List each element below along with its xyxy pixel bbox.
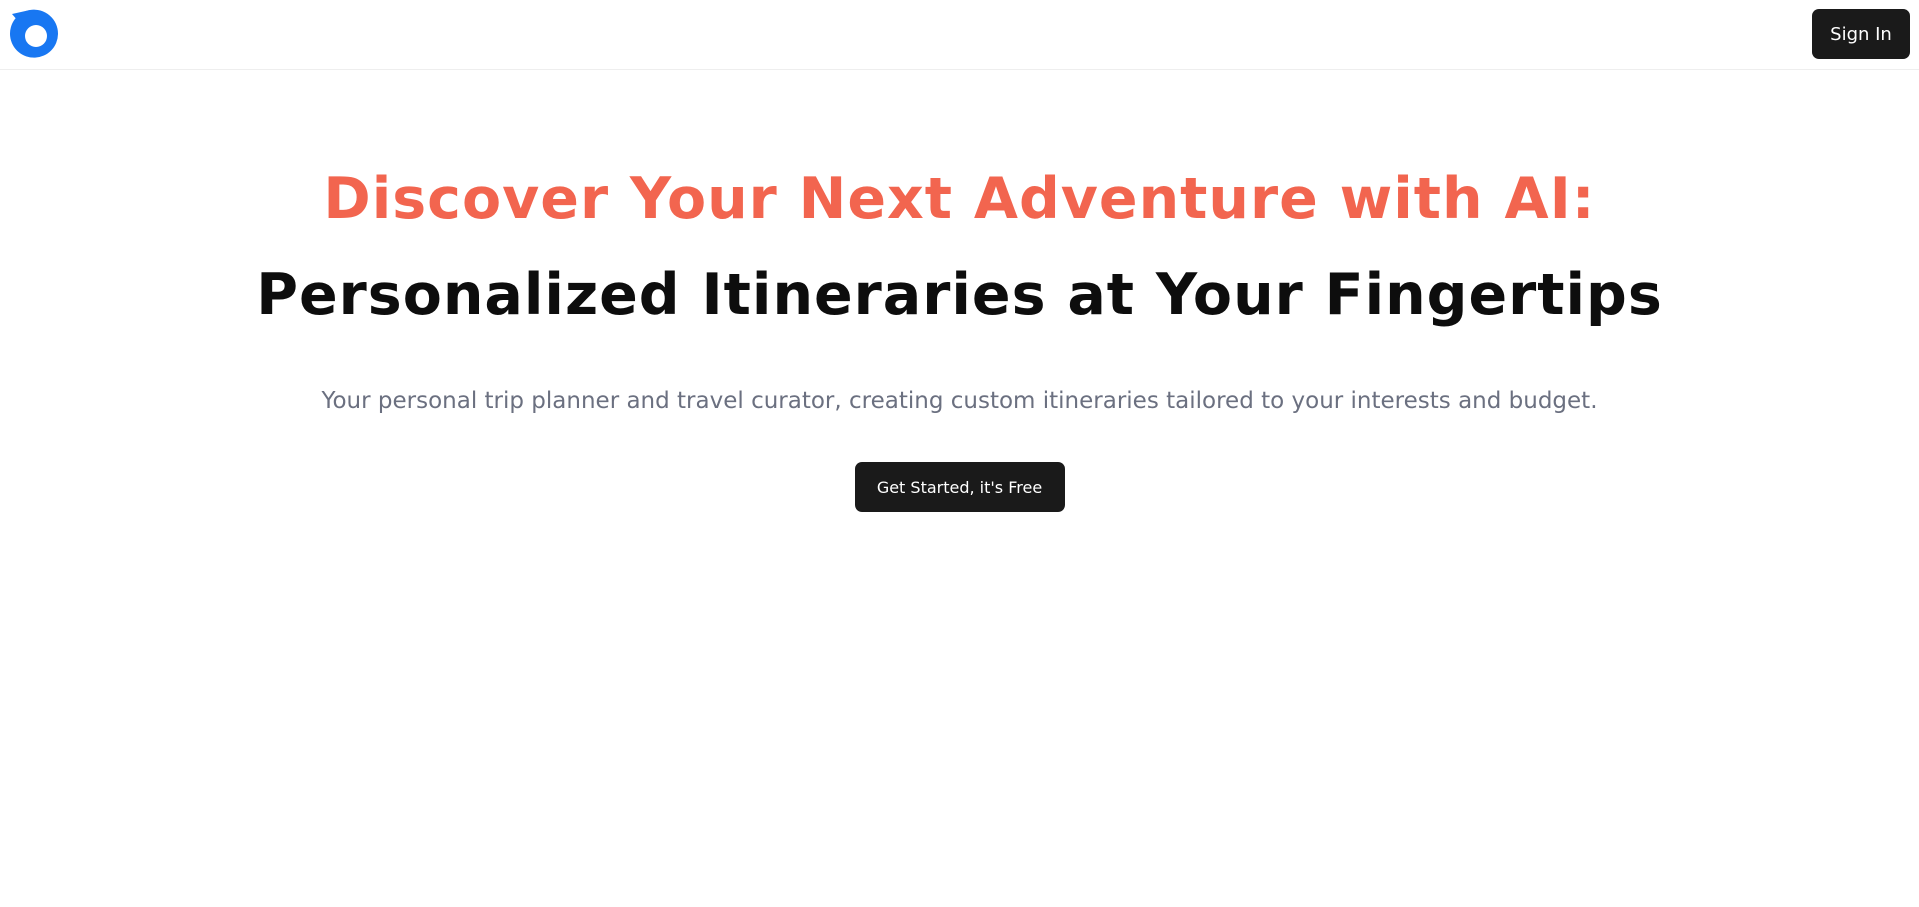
cta-container: Get Started, it's Free	[0, 462, 1919, 512]
sign-in-button[interactable]: Sign In	[1812, 9, 1910, 59]
hero-headline-line-2: Personalized Itineraries at Your Fingert…	[256, 262, 1663, 328]
get-started-button[interactable]: Get Started, it's Free	[854, 462, 1065, 512]
top-navbar: Sign In	[0, 0, 1919, 70]
logo-icon[interactable]	[8, 8, 60, 60]
hero-headline-line-1: Discover Your Next Adventure with AI:	[323, 166, 1596, 232]
hero-subtitle: Your personal trip planner and travel cu…	[321, 388, 1598, 414]
